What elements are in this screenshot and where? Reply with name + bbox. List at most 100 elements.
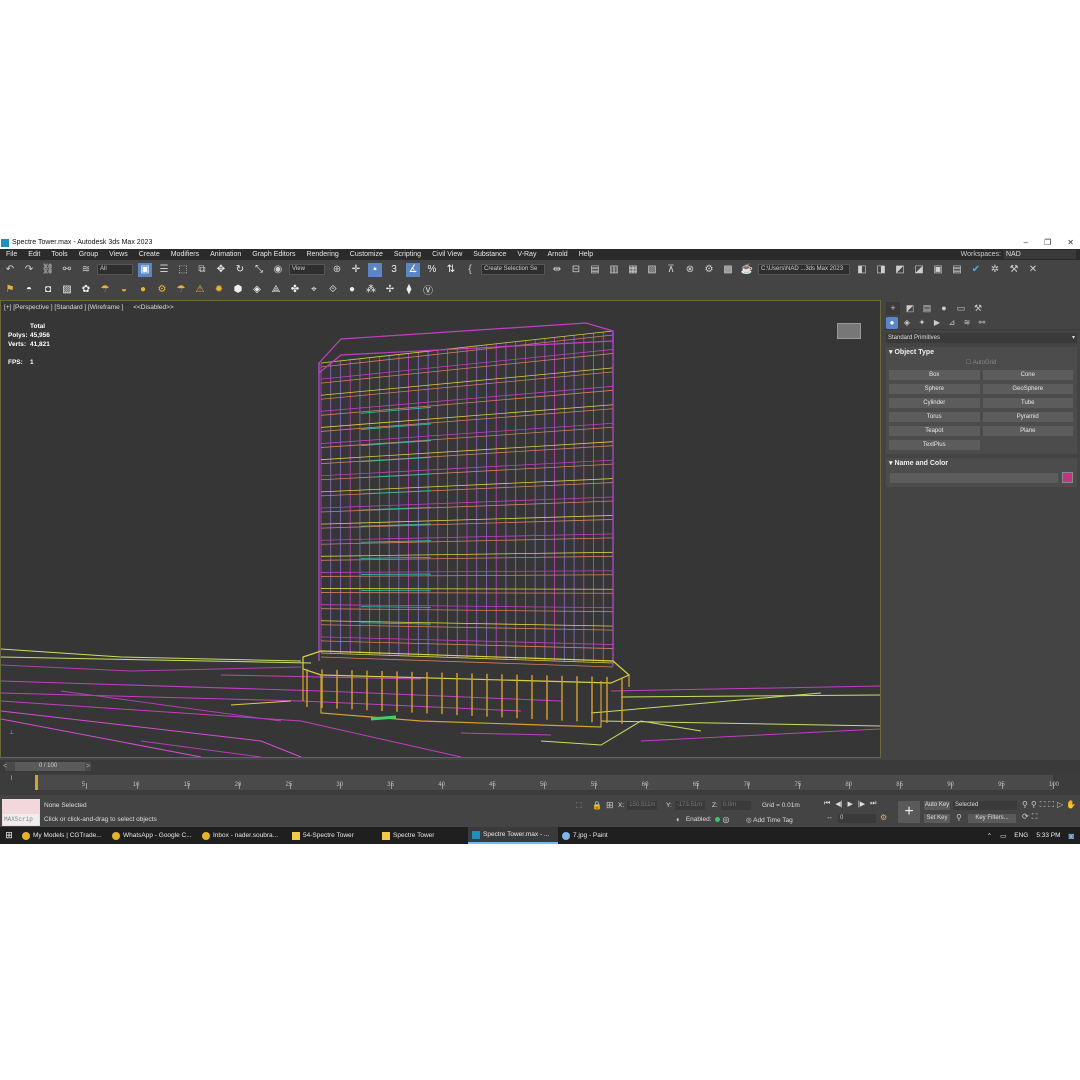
vray-check-icon[interactable]: ✔ xyxy=(969,263,983,277)
move-icon[interactable]: ✥ xyxy=(214,263,228,277)
render-icon[interactable]: ☕ xyxy=(740,263,754,277)
pivot-center-icon[interactable]: ⊕ xyxy=(330,263,344,277)
current-frame-marker[interactable] xyxy=(35,775,38,790)
minimize-icon[interactable]: – xyxy=(1024,236,1028,249)
track-bar-toggle-icon[interactable]: ⌇ xyxy=(10,775,13,782)
place-icon[interactable]: ◉ xyxy=(271,263,285,277)
shapes-icon[interactable]: ◈ xyxy=(901,317,913,329)
name-and-color-header[interactable]: ▾ Name and Color xyxy=(886,458,1077,469)
menu-create[interactable]: Create xyxy=(133,251,165,258)
track-bar[interactable]: ⌇ 5 10 15 20 25 30 35 40 45 50 55 60 65 70 75 80 85 90 95 1… xyxy=(0,773,1080,795)
auto-key-button[interactable]: Auto Key xyxy=(924,801,950,810)
snaps-toggle-icon[interactable]: 3 xyxy=(387,263,401,277)
maxscript-listener[interactable]: MAXScrip xyxy=(2,799,40,826)
menu-views[interactable]: Views xyxy=(103,251,133,258)
key-mode-icon[interactable]: ↔ xyxy=(826,814,833,821)
vray-mesh-light-icon[interactable]: ☂ xyxy=(174,283,188,297)
set-key-button[interactable]: Set Key xyxy=(924,814,950,823)
vray-box-icon[interactable]: ⬢ xyxy=(231,283,245,297)
scene-explorer-icon[interactable]: ▤ xyxy=(588,263,602,277)
space-warps-icon[interactable]: ≋ xyxy=(961,317,973,329)
object-type-header[interactable]: ▾ Object Type xyxy=(886,347,1077,358)
vray-ambient-icon[interactable]: ⚙ xyxy=(155,283,169,297)
key-filter-icon[interactable]: ⚲ xyxy=(956,813,962,822)
vray-info-icon[interactable]: Ⓥ xyxy=(421,283,435,297)
align-icon[interactable]: ⊟ xyxy=(569,263,583,277)
motion-tab-icon[interactable]: ● xyxy=(937,302,951,315)
rect-selection-icon[interactable]: ⬚ xyxy=(176,263,190,277)
zoom-all-icon[interactable]: ⚲ xyxy=(1031,800,1037,810)
vray-omni-icon[interactable]: ⚠ xyxy=(193,283,207,297)
keyboard-shortcut-override-icon[interactable]: ▪ xyxy=(368,262,382,277)
vray-object-props-icon[interactable]: ⧫ xyxy=(402,283,416,297)
spinner-snap-icon[interactable]: ⇅ xyxy=(444,263,458,277)
vray-mtl-library-icon[interactable]: ⁂ xyxy=(364,283,378,297)
vray-ipr-icon[interactable]: ◨ xyxy=(874,263,888,277)
undo-icon[interactable]: ↶ xyxy=(3,263,17,277)
select-by-name-icon[interactable]: ☰ xyxy=(157,263,171,277)
go-to-end-icon[interactable]: ⏭ xyxy=(870,800,876,808)
rotate-icon[interactable]: ↻ xyxy=(233,263,247,277)
time-slider[interactable]: 0 / 100 xyxy=(5,762,91,771)
window-crossing-icon[interactable]: ⧉ xyxy=(195,263,209,277)
absolute-mode-icon[interactable]: ⊞ xyxy=(606,800,614,811)
edit-named-selection-icon[interactable]: { xyxy=(463,263,477,277)
viewport-label-text[interactable]: [+] [Perspective ] [Standard ] [Wirefram… xyxy=(4,304,123,311)
curve-editor-icon[interactable]: ▧ xyxy=(645,263,659,277)
field-of-view-icon[interactable]: ▷ xyxy=(1057,800,1063,810)
named-selection-dropdown[interactable]: Create Selection Se xyxy=(481,264,545,275)
sphere-button[interactable]: Sphere xyxy=(889,384,980,394)
lights-icon[interactable]: ✦ xyxy=(916,317,928,329)
clock[interactable]: 5:33 PM xyxy=(1036,832,1060,839)
viewport-filter-label[interactable]: <<Disabled>> xyxy=(133,304,173,311)
vray-material-icon[interactable]: ● xyxy=(345,283,359,297)
cylinder-button[interactable]: Cylinder xyxy=(889,398,980,408)
current-frame-field[interactable]: 0 xyxy=(838,814,876,823)
vray-stop-icon[interactable]: ◪ xyxy=(912,263,926,277)
menu-customize[interactable]: Customize xyxy=(344,251,388,258)
redo-icon[interactable]: ↷ xyxy=(22,263,36,277)
taskbar-item-active[interactable]: Spectre Tower.max - ... xyxy=(468,827,558,844)
vray-dome-icon[interactable]: ◓ xyxy=(22,283,36,297)
vray-lister-icon[interactable]: ▣ xyxy=(931,263,945,277)
viewport-label[interactable]: [+] [Perspective ] [Standard ] [Wirefram… xyxy=(4,304,174,311)
time-configuration-icon[interactable]: ⚙ xyxy=(880,813,887,822)
adaptive-degradation-icon[interactable]: ◐ xyxy=(676,815,681,824)
set-keys-icon[interactable]: + xyxy=(898,801,920,823)
create-tab-icon[interactable]: + xyxy=(886,301,900,315)
zoom-icon[interactable]: ⚲ xyxy=(1022,800,1028,810)
menu-file[interactable]: File xyxy=(0,251,22,258)
box-button[interactable]: Box xyxy=(889,370,980,380)
render-setup-icon[interactable]: ⚙ xyxy=(702,263,716,277)
torus-button[interactable]: Torus xyxy=(889,412,980,422)
tray-chevron-icon[interactable]: ⌃ xyxy=(987,832,992,840)
teapot-button[interactable]: Teapot xyxy=(889,426,980,436)
menu-civil-view[interactable]: Civil View xyxy=(426,251,467,258)
taskbar-item[interactable]: 7.jpg - Paint xyxy=(558,827,648,844)
restore-icon[interactable]: ❐ xyxy=(1044,236,1051,249)
vray-layers-icon[interactable]: ▤ xyxy=(950,263,964,277)
menu-edit[interactable]: Edit xyxy=(22,251,45,258)
x-coord-field[interactable]: 150.511m xyxy=(627,801,658,810)
geosphere-button[interactable]: GeoSphere xyxy=(982,384,1073,394)
schematic-view-icon[interactable]: ⊼ xyxy=(664,263,678,277)
menu-arnold[interactable]: Arnold xyxy=(541,251,572,258)
vray-sunlight-icon[interactable]: ✹ xyxy=(212,283,226,297)
pyramid-button[interactable]: Pyramid xyxy=(982,412,1073,422)
cameras-icon[interactable]: ▶ xyxy=(931,317,943,329)
select-manipulate-icon[interactable]: ✛ xyxy=(349,263,363,277)
menu-scripting[interactable]: Scripting xyxy=(388,251,426,258)
vray-tools-icon[interactable]: ⚒ xyxy=(1007,263,1021,277)
notification-icon[interactable]: ◙ xyxy=(1069,831,1074,841)
utilities-tab-icon[interactable]: ⚒ xyxy=(971,302,985,315)
mirror-icon[interactable]: ⇹ xyxy=(550,263,564,277)
vray-sun-icon[interactable]: ☂ xyxy=(98,283,112,297)
zoom-extents-all-icon[interactable]: ⛶ xyxy=(1048,800,1054,810)
menu-substance[interactable]: Substance xyxy=(467,251,511,258)
menu-tools[interactable]: Tools xyxy=(45,251,72,258)
taskbar-item[interactable]: My Models | CGTrade... xyxy=(18,827,108,844)
wifi-icon[interactable]: ▭ xyxy=(1000,832,1006,840)
vray-camera-icon[interactable]: ◘ xyxy=(41,283,55,297)
scale-icon[interactable]: ⤡ xyxy=(252,263,266,277)
display-tab-icon[interactable]: ▭ xyxy=(954,302,968,315)
